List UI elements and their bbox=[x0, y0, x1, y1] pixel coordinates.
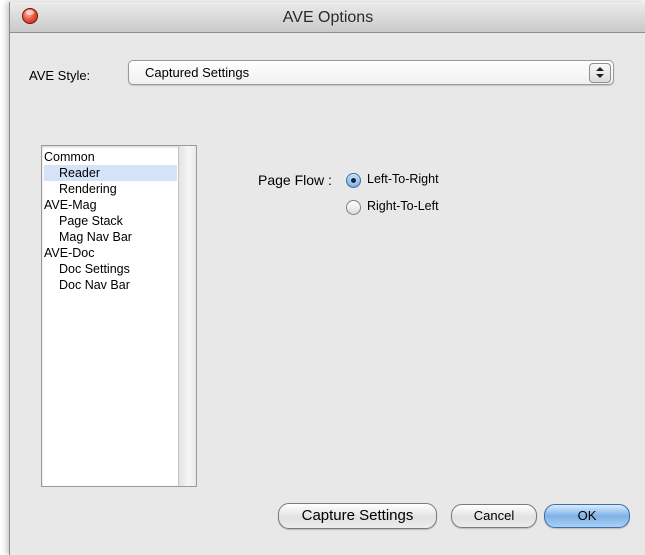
page-flow-left-to-right-radio[interactable] bbox=[346, 173, 361, 188]
ave-style-label: AVE Style: bbox=[29, 68, 91, 83]
category-list[interactable]: Common Reader Rendering AVE-Mag Page Sta… bbox=[41, 145, 197, 487]
ok-button[interactable]: OK bbox=[544, 504, 630, 528]
title-bar[interactable]: AVE Options bbox=[10, 2, 645, 33]
category-item-label: Page Stack bbox=[59, 214, 123, 228]
category-item-label: Reader bbox=[59, 166, 100, 180]
category-item-label: Doc Nav Bar bbox=[59, 278, 130, 292]
category-item-rendering[interactable]: Rendering bbox=[44, 181, 177, 197]
category-item-doc-settings[interactable]: Doc Settings bbox=[44, 261, 177, 277]
page-flow-left-to-right-label[interactable]: Left-To-Right bbox=[367, 172, 439, 186]
cancel-button[interactable]: Cancel bbox=[451, 504, 537, 528]
window-title: AVE Options bbox=[282, 9, 374, 26]
ave-style-selected-value: Captured Settings bbox=[145, 65, 250, 80]
category-item-ave-doc[interactable]: AVE-Doc bbox=[44, 245, 177, 261]
category-item-label: Mag Nav Bar bbox=[59, 230, 132, 244]
category-item-doc-nav-bar[interactable]: Doc Nav Bar bbox=[44, 277, 177, 293]
category-item-label: Rendering bbox=[59, 182, 117, 196]
category-item-label: Common bbox=[44, 150, 95, 164]
category-item-mag-nav-bar[interactable]: Mag Nav Bar bbox=[44, 229, 177, 245]
category-item-label: Doc Settings bbox=[59, 262, 130, 276]
ave-options-dialog: AVE Options AVE Style: Captured Settings… bbox=[9, 2, 645, 555]
select-arrows-icon bbox=[589, 63, 611, 83]
page-flow-label: Page Flow : bbox=[258, 172, 332, 188]
category-list-scrollbar[interactable] bbox=[178, 146, 196, 486]
page-flow-right-to-left-label[interactable]: Right-To-Left bbox=[367, 199, 439, 213]
page-flow-right-to-left-radio[interactable] bbox=[346, 200, 361, 215]
category-item-common[interactable]: Common bbox=[44, 149, 177, 165]
category-item-reader[interactable]: Reader bbox=[44, 165, 177, 181]
ave-style-select[interactable]: Captured Settings bbox=[128, 60, 614, 85]
capture-settings-button[interactable]: Capture Settings bbox=[278, 503, 437, 529]
category-item-label: AVE-Doc bbox=[44, 246, 95, 260]
category-item-page-stack[interactable]: Page Stack bbox=[44, 213, 177, 229]
category-item-ave-mag[interactable]: AVE-Mag bbox=[44, 197, 177, 213]
category-item-label: AVE-Mag bbox=[44, 198, 97, 212]
